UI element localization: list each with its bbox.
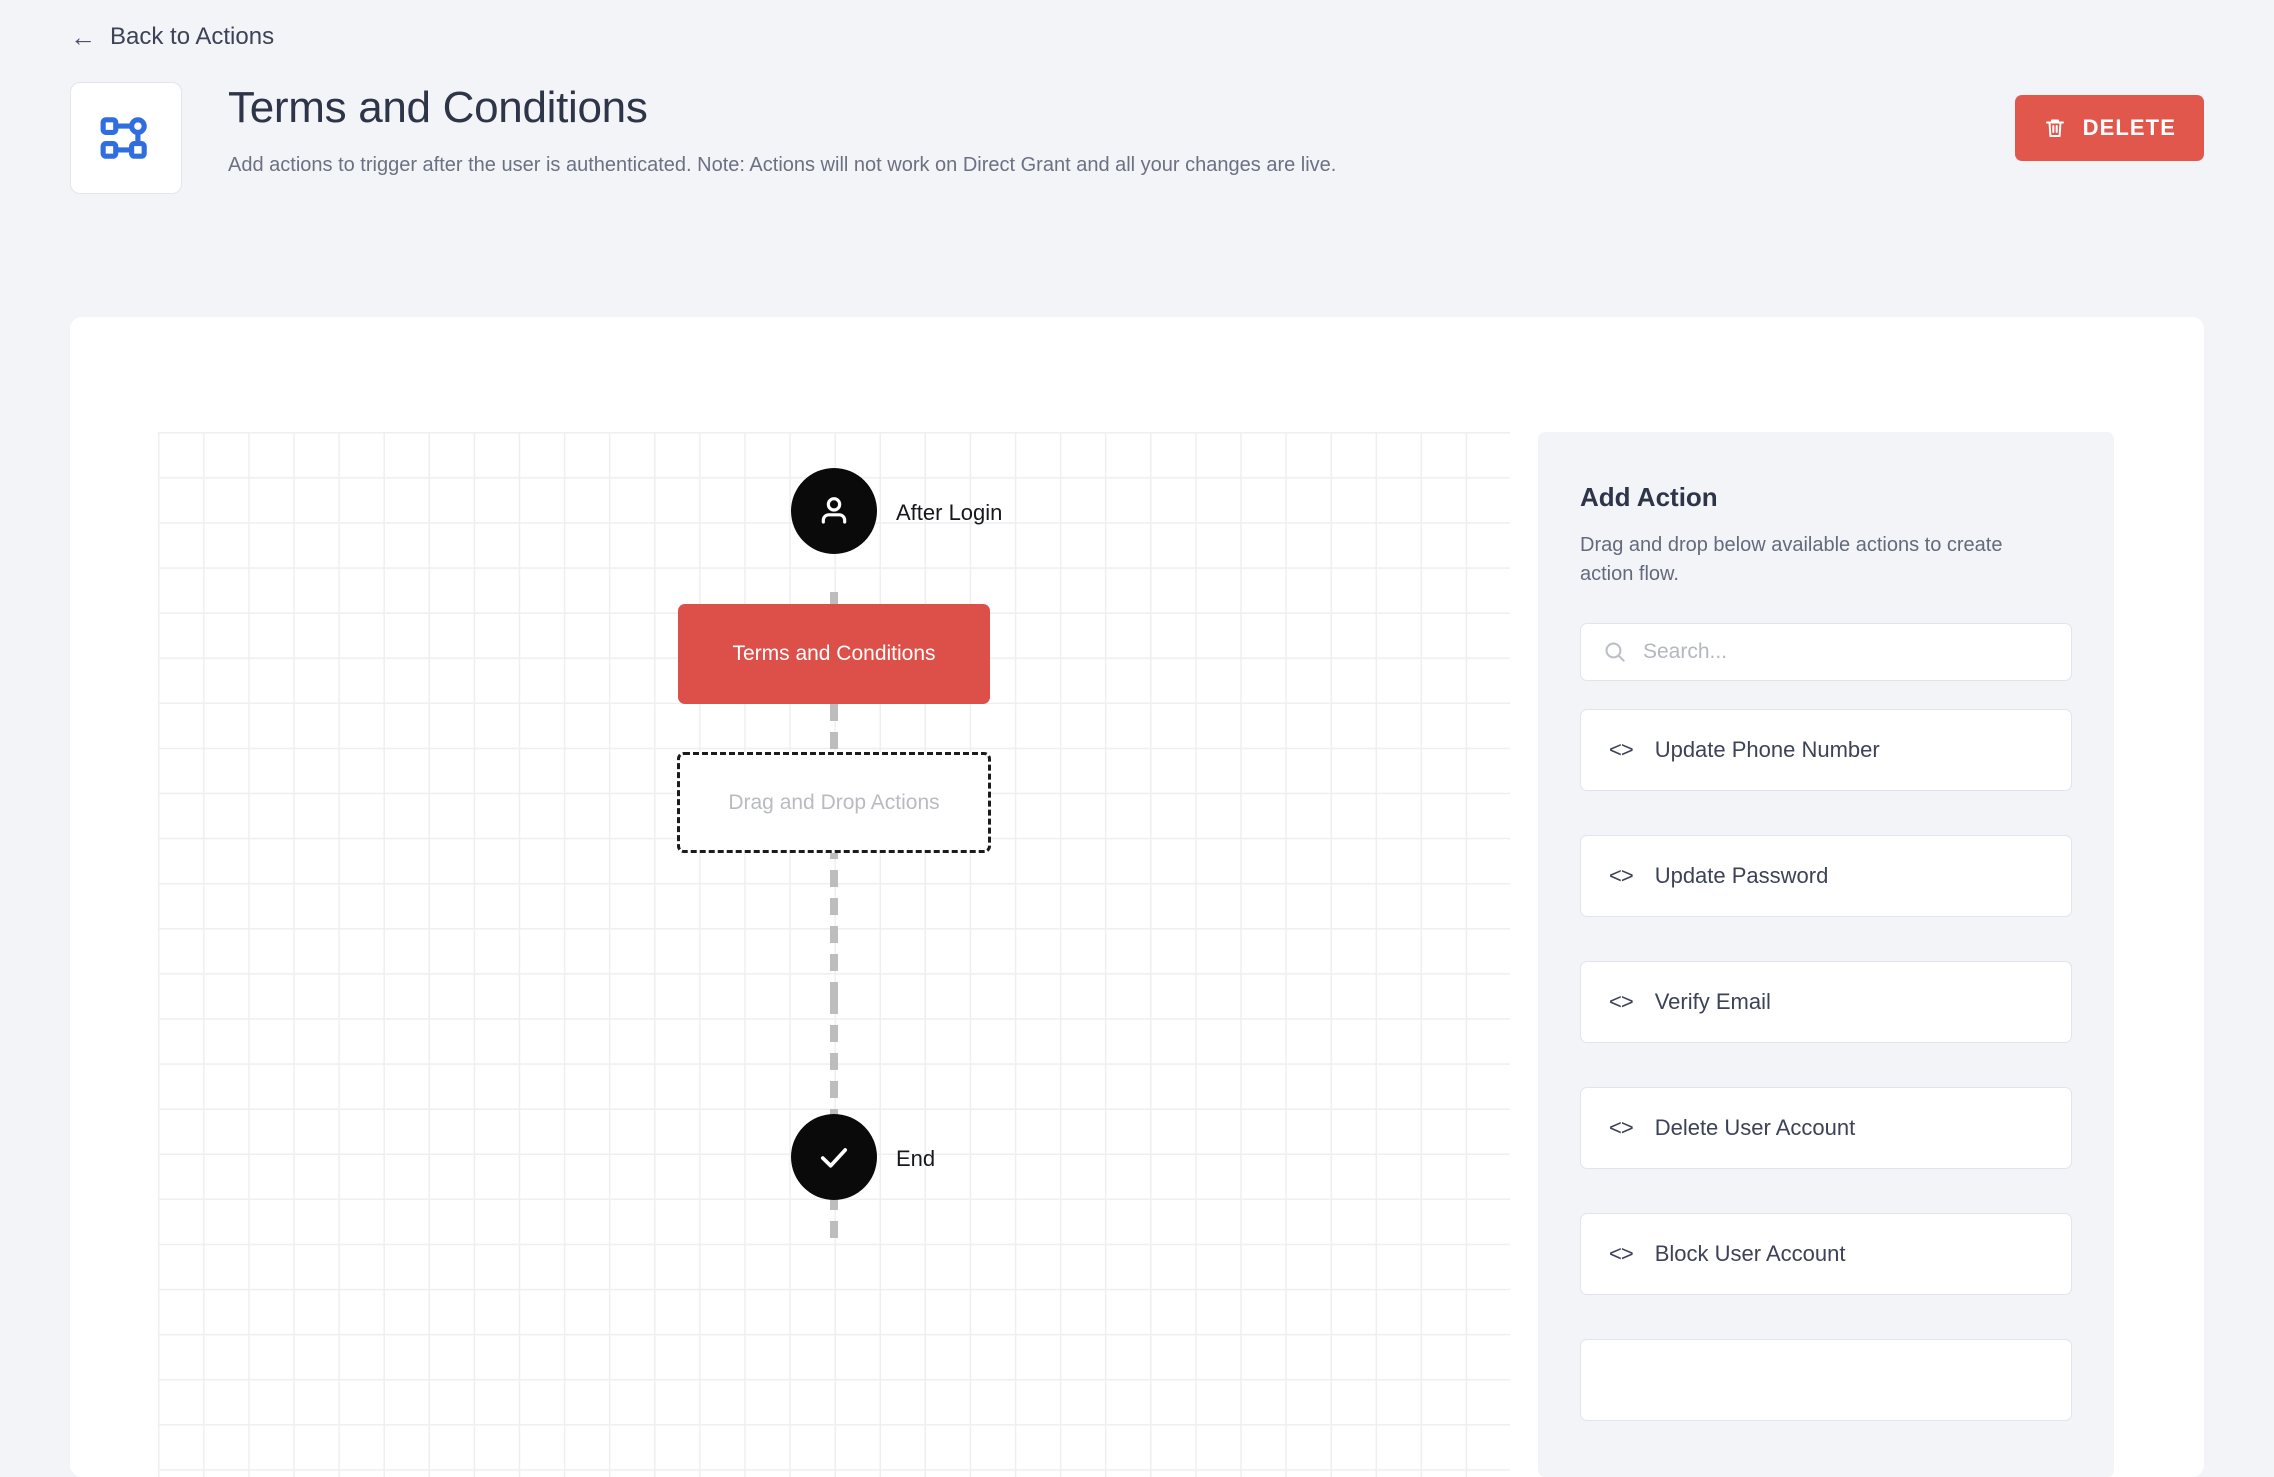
trash-icon bbox=[2043, 116, 2067, 140]
page-header: Terms and Conditions Add actions to trig… bbox=[70, 82, 2204, 194]
flow-node-after-login[interactable] bbox=[791, 468, 877, 554]
add-action-description: Drag and drop below available actions to… bbox=[1580, 534, 2003, 586]
flow-nodes-icon bbox=[70, 82, 182, 194]
user-icon bbox=[814, 491, 854, 531]
code-icon: <> bbox=[1609, 737, 1634, 763]
action-item-update-phone-number[interactable]: <> Update Phone Number bbox=[1580, 709, 2072, 792]
page-subtitle: Add actions to trigger after the user is… bbox=[228, 153, 1337, 176]
add-action-title: Add Action bbox=[1580, 482, 1718, 512]
flow-node-after-login-label: After Login bbox=[896, 500, 1003, 525]
page-title: Terms and Conditions bbox=[228, 83, 648, 132]
flow-node-end[interactable] bbox=[791, 1114, 877, 1200]
search-field-wrapper bbox=[1580, 623, 2072, 682]
flow-node-terms-and-conditions[interactable]: Terms and Conditions bbox=[678, 604, 990, 704]
code-icon: <> bbox=[1609, 989, 1634, 1015]
available-actions-list: <> Update Phone Number <> Update Passwor… bbox=[1580, 709, 2072, 1422]
connector-line-action-to-dropzone bbox=[830, 842, 838, 1012]
add-action-panel: Add Action Drag and drop below available… bbox=[1538, 432, 2114, 1477]
action-item-label: Verify Email bbox=[1654, 989, 1771, 1015]
flow-node-terms-and-conditions-label: Terms and Conditions bbox=[732, 642, 936, 665]
header-text-block: Terms and Conditions Add actions to trig… bbox=[228, 82, 1336, 178]
code-icon: <> bbox=[1609, 1241, 1634, 1267]
action-item-label: Update Password bbox=[1654, 863, 1829, 889]
check-icon bbox=[813, 1136, 855, 1178]
main-content-card: After Login Terms and Conditions Drag an… bbox=[70, 317, 2204, 1477]
delete-button-label: DELETE bbox=[2082, 115, 2176, 140]
flow-node-end-label: End bbox=[896, 1146, 936, 1171]
action-item-label: Block User Account bbox=[1654, 1241, 1846, 1267]
action-item-block-user-account[interactable]: <> Block User Account bbox=[1580, 1213, 2072, 1296]
action-item-delete-user-account[interactable]: <> Delete User Account bbox=[1580, 1087, 2072, 1170]
delete-button[interactable]: DELETE bbox=[2014, 95, 2204, 161]
code-icon: <> bbox=[1609, 1115, 1634, 1141]
action-item-label: Delete User Account bbox=[1654, 1115, 1856, 1141]
drag-and-drop-zone-label: Drag and Drop Actions bbox=[728, 790, 940, 814]
action-item-update-password[interactable]: <> Update Password bbox=[1580, 835, 2072, 918]
drag-and-drop-zone[interactable]: Drag and Drop Actions bbox=[677, 752, 991, 853]
back-to-actions-link[interactable]: ← Back to Actions bbox=[70, 24, 274, 50]
code-icon: <> bbox=[1609, 863, 1634, 889]
back-to-actions-label: Back to Actions bbox=[110, 23, 275, 50]
arrow-left-icon: ← bbox=[70, 22, 96, 52]
list-item[interactable]: <> bbox=[1580, 1339, 2072, 1422]
flow-canvas[interactable]: After Login Terms and Conditions Drag an… bbox=[158, 432, 1510, 1477]
action-item-label: Update Phone Number bbox=[1654, 737, 1880, 763]
search-input[interactable] bbox=[1580, 623, 2072, 682]
action-item-verify-email[interactable]: <> Verify Email bbox=[1580, 961, 2072, 1044]
